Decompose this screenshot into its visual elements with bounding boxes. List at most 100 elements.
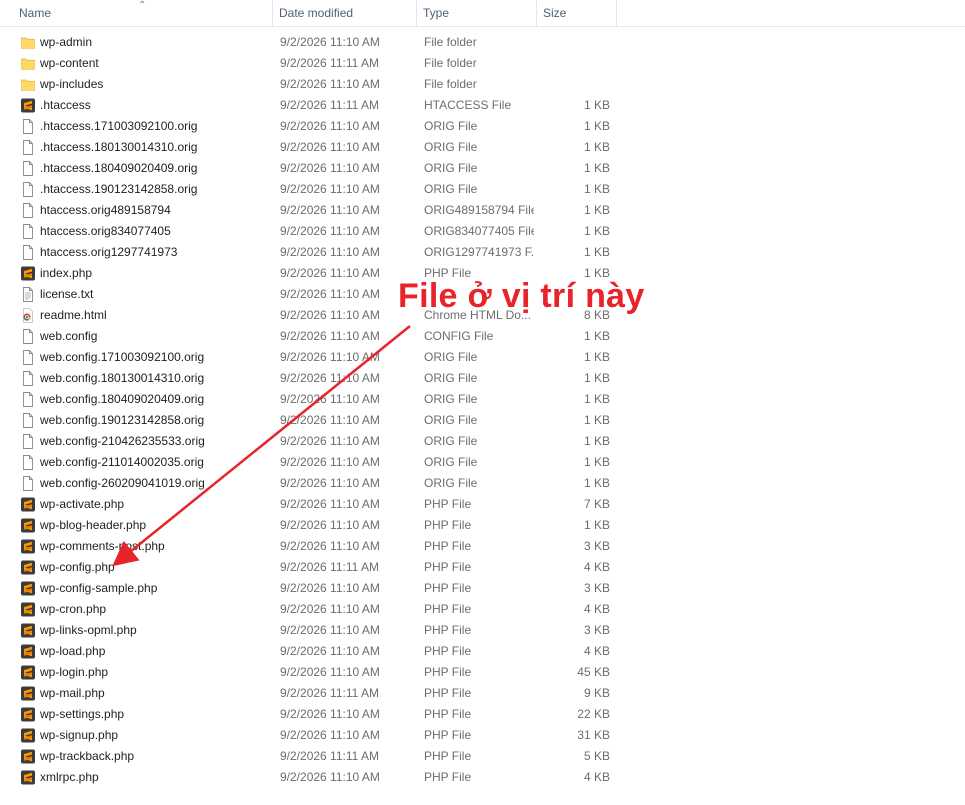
sublime-text-icon bbox=[21, 518, 35, 533]
file-icon bbox=[21, 140, 35, 155]
file-date-modified: 9/2/2026 11:10 AM bbox=[280, 476, 380, 490]
file-row[interactable]: web.config-211014002035.orig 9/2/2026 11:… bbox=[0, 452, 965, 473]
file-size: 1 KB bbox=[583, 203, 610, 217]
column-header-name[interactable]: ⌃ Name bbox=[0, 0, 273, 26]
file-type: PHP File bbox=[424, 686, 472, 700]
file-size bbox=[540, 53, 610, 74]
file-date-modified: 9/2/2026 11:10 AM bbox=[280, 644, 380, 658]
file-row[interactable]: .htaccess.171003092100.orig 9/2/2026 11:1… bbox=[0, 116, 965, 137]
file-name: index.php bbox=[40, 266, 93, 280]
file-row[interactable]: wp-config-sample.php 9/2/2026 11:10 AM PHP… bbox=[0, 578, 965, 599]
file-size: 1 KB bbox=[583, 140, 610, 154]
chrome-icon bbox=[21, 308, 35, 323]
file-row[interactable]: wp-login.php 9/2/2026 11:10 AM PHP File 45 … bbox=[0, 662, 965, 683]
file-name: .htaccess.171003092100.orig bbox=[40, 119, 198, 133]
file-row[interactable]: web.config.180130014310.orig 9/2/2026 11:… bbox=[0, 368, 965, 389]
file-type: PHP File bbox=[424, 644, 472, 658]
file-name: wp-settings.php bbox=[40, 707, 125, 721]
annotation-label: File ở vị trí này bbox=[398, 277, 645, 315]
file-size: 22 KB bbox=[577, 707, 610, 721]
file-type: PHP File bbox=[424, 728, 472, 742]
file-size: 31 KB bbox=[577, 728, 610, 742]
column-header-type[interactable]: Type bbox=[417, 0, 537, 26]
file-date-modified: 9/2/2026 11:10 AM bbox=[280, 602, 380, 616]
file-row[interactable]: wp-activate.php 9/2/2026 11:10 AM PHP File… bbox=[0, 494, 965, 515]
file-row[interactable]: web.config.180409020409.orig 9/2/2026 11:… bbox=[0, 389, 965, 410]
file-row[interactable]: htaccess.orig1297741973 9/2/2026 11:10 AM… bbox=[0, 242, 965, 263]
file-row[interactable]: xmlrpc.php 9/2/2026 11:10 AM PHP File 4 KB bbox=[0, 767, 965, 788]
file-date-modified: 9/2/2026 11:10 AM bbox=[280, 224, 380, 238]
file-row[interactable]: wp-includes 9/2/2026 11:10 AM File folder bbox=[0, 74, 965, 95]
file-row[interactable]: .htaccess.190123142858.orig 9/2/2026 11:1… bbox=[0, 179, 965, 200]
file-row[interactable]: web.config-260209041019.orig 9/2/2026 11:… bbox=[0, 473, 965, 494]
file-row[interactable]: wp-config.php 9/2/2026 11:11 AM PHP File 4 … bbox=[0, 557, 965, 578]
file-size: 1 KB bbox=[583, 455, 610, 469]
column-header-date[interactable]: Date modified bbox=[273, 0, 417, 26]
file-row[interactable]: htaccess.orig489158794 9/2/2026 11:10 AM O… bbox=[0, 200, 965, 221]
file-size: 4 KB bbox=[583, 770, 610, 784]
file-icon bbox=[21, 329, 35, 344]
file-type: PHP File bbox=[424, 581, 472, 595]
file-type: ORIG File bbox=[424, 350, 478, 364]
file-icon bbox=[21, 392, 35, 407]
file-icon bbox=[21, 245, 35, 260]
file-row[interactable]: .htaccess.180409020409.orig 9/2/2026 11:1… bbox=[0, 158, 965, 179]
file-size: 1 KB bbox=[583, 434, 610, 448]
file-row[interactable]: web.config.190123142858.orig 9/2/2026 11:… bbox=[0, 410, 965, 431]
file-icon bbox=[21, 434, 35, 449]
file-size: 1 KB bbox=[583, 392, 610, 406]
file-date-modified: 9/2/2026 11:10 AM bbox=[280, 371, 380, 385]
file-type: ORIG File bbox=[424, 119, 478, 133]
file-row[interactable]: wp-content 9/2/2026 11:11 AM File folder bbox=[0, 53, 965, 74]
file-row[interactable]: wp-mail.php 9/2/2026 11:11 AM PHP File 9 KB bbox=[0, 683, 965, 704]
file-type: PHP File bbox=[424, 497, 472, 511]
sublime-text-icon bbox=[21, 686, 35, 701]
file-row[interactable]: htaccess.orig834077405 9/2/2026 11:10 AM O… bbox=[0, 221, 965, 242]
column-header-size[interactable]: Size bbox=[537, 0, 617, 26]
file-size: 3 KB bbox=[583, 623, 610, 637]
file-name: web.config bbox=[40, 329, 98, 343]
file-icon bbox=[21, 371, 35, 386]
file-date-modified: 9/2/2026 11:10 AM bbox=[280, 245, 380, 259]
file-date-modified: 9/2/2026 11:10 AM bbox=[280, 140, 380, 154]
file-row[interactable]: web.config.171003092100.orig 9/2/2026 11:… bbox=[0, 347, 965, 368]
file-row[interactable]: .htaccess 9/2/2026 11:11 AM HTACCESS File 1… bbox=[0, 95, 965, 116]
file-size: 4 KB bbox=[583, 560, 610, 574]
file-name: xmlrpc.php bbox=[40, 770, 99, 784]
file-type: ORIG489158794 File bbox=[424, 203, 534, 217]
file-name: wp-comments-post.php bbox=[40, 539, 165, 553]
file-size: 1 KB bbox=[583, 224, 610, 238]
file-row[interactable]: wp-cron.php 9/2/2026 11:10 AM PHP File 4 KB bbox=[0, 599, 965, 620]
sublime-text-icon bbox=[21, 602, 35, 617]
file-type: ORIG File bbox=[424, 392, 478, 406]
file-row[interactable]: wp-settings.php 9/2/2026 11:10 AM PHP File… bbox=[0, 704, 965, 725]
file-row[interactable]: wp-comments-post.php 9/2/2026 11:10 AM PHP… bbox=[0, 536, 965, 557]
file-name: web.config.180409020409.orig bbox=[40, 392, 205, 406]
sublime-text-icon bbox=[21, 707, 35, 722]
file-row[interactable]: wp-trackback.php 9/2/2026 11:11 AM PHP Fil… bbox=[0, 746, 965, 767]
file-row[interactable]: wp-load.php 9/2/2026 11:10 AM PHP File 4 KB bbox=[0, 641, 965, 662]
column-header-type-label: Type bbox=[423, 6, 450, 20]
file-row[interactable]: wp-admin 9/2/2026 11:10 AM File folder bbox=[0, 32, 965, 53]
file-icon bbox=[21, 119, 35, 134]
file-row[interactable]: wp-links-opml.php 9/2/2026 11:10 AM PHP Fi… bbox=[0, 620, 965, 641]
file-icon bbox=[21, 455, 35, 470]
file-icon bbox=[21, 476, 35, 491]
file-row[interactable]: web.config 9/2/2026 11:10 AM CONFIG File 1 … bbox=[0, 326, 965, 347]
folder-icon bbox=[21, 56, 35, 71]
file-type: PHP File bbox=[424, 560, 472, 574]
file-row[interactable]: wp-blog-header.php 9/2/2026 11:10 AM PHP F… bbox=[0, 515, 965, 536]
file-type: ORIG File bbox=[424, 140, 478, 154]
file-row[interactable]: .htaccess.180130014310.orig 9/2/2026 11:1… bbox=[0, 137, 965, 158]
file-name: .htaccess.190123142858.orig bbox=[40, 182, 198, 196]
file-name: web.config-210426235533.orig bbox=[40, 434, 205, 448]
file-row[interactable]: wp-signup.php 9/2/2026 11:10 AM PHP File 31… bbox=[0, 725, 965, 746]
file-date-modified: 9/2/2026 11:10 AM bbox=[280, 35, 380, 49]
text-file-icon bbox=[21, 287, 35, 302]
file-row[interactable]: web.config-210426235533.orig 9/2/2026 11:… bbox=[0, 431, 965, 452]
file-date-modified: 9/2/2026 11:10 AM bbox=[280, 455, 380, 469]
file-type: PHP File bbox=[424, 518, 472, 532]
file-name: htaccess.orig489158794 bbox=[40, 203, 171, 217]
file-type: CONFIG File bbox=[424, 329, 494, 343]
file-type: PHP File bbox=[424, 770, 472, 784]
